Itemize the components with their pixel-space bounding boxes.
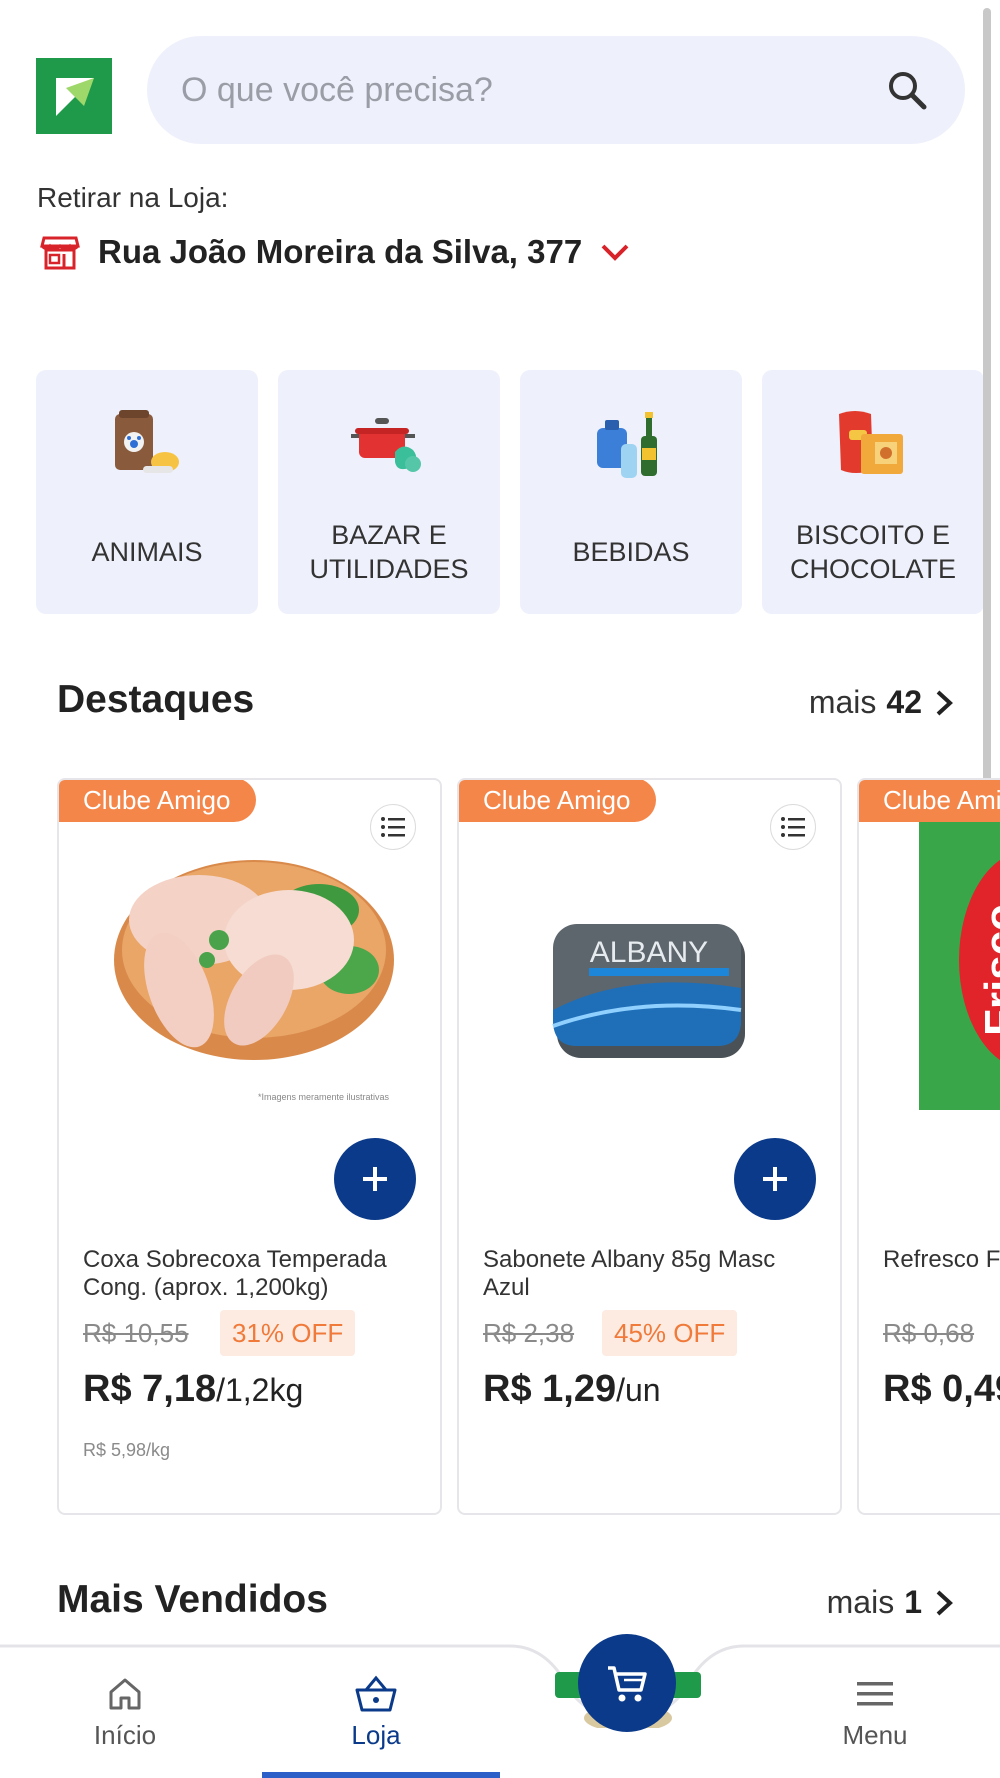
product-name[interactable]: Refresco Fr <box>883 1246 1000 1274</box>
product-card[interactable]: Clube Amigo *Imagens meramente ilustrati… <box>57 778 442 1515</box>
pickup-label: Retirar na Loja: <box>37 182 229 213</box>
nav-label: Início <box>93 1720 157 1750</box>
chevron-down-icon[interactable] <box>600 242 630 262</box>
menu-icon <box>857 1682 893 1706</box>
albany-soap-image: ALBANY <box>552 924 745 1058</box>
category-label: BAZAR E UTILIDADES <box>309 520 469 584</box>
nav-label: Loja <box>351 1720 401 1750</box>
add-to-list-button[interactable] <box>770 804 816 850</box>
nav-item-inicio[interactable]: Início <box>55 1674 195 1751</box>
product-price: R$ 1,29/un <box>483 1368 661 1411</box>
chicken-drumsticks-image: *Imagens meramente ilustrativas <box>114 860 394 1102</box>
cart-button[interactable] <box>578 1634 676 1732</box>
svg-text:Frisco: Frisco <box>976 904 1000 1036</box>
see-more-destaques[interactable]: mais 42 <box>809 684 956 721</box>
snacks-icon <box>839 411 903 474</box>
unit-price: R$ 5,98/kg <box>83 1440 171 1460</box>
list-icon <box>781 817 805 837</box>
nav-item-loja[interactable]: Loja <box>306 1674 446 1751</box>
price-value: R$ 7,18 <box>83 1368 217 1410</box>
store-name[interactable]: Rua João Moreira da Silva, 377 <box>98 233 582 271</box>
category-label: BISCOITO E CHOCOLATE <box>789 520 957 584</box>
drinks-bottles-icon <box>597 412 657 478</box>
old-price: R$ 0,68 <box>883 1318 975 1348</box>
price-unit: /1,2kg <box>216 1372 304 1408</box>
store-logo[interactable] <box>36 58 112 134</box>
see-more-mais-vendidos[interactable]: mais 1 <box>827 1584 956 1621</box>
add-to-list-button[interactable] <box>370 804 416 850</box>
see-more-count: 42 <box>886 684 922 720</box>
category-label: BEBIDAS <box>572 537 690 567</box>
highlights-carousel[interactable]: Clube Amigo *Imagens meramente ilustrati… <box>57 778 1000 1516</box>
search-input[interactable] <box>181 70 883 110</box>
list-icon <box>381 817 405 837</box>
product-name[interactable]: Sabonete Albany 85g Masc Azul <box>483 1246 823 1302</box>
product-price: R$ 0,49 <box>883 1368 1000 1410</box>
club-badge: Clube Amigo <box>59 780 257 822</box>
see-more-prefix: mais <box>826 1584 895 1620</box>
section-title-destaques: Destaques <box>57 678 255 721</box>
category-carousel[interactable]: ANIMAIS BAZAR E UTILIDADES BEBIDAS BISCO… <box>36 370 983 614</box>
category-bazar[interactable]: BAZAR E UTILIDADES <box>278 370 500 614</box>
category-animais[interactable]: ANIMAIS <box>36 370 258 614</box>
cart-icon <box>608 1666 647 1702</box>
club-badge: Clube Amigo <box>459 780 657 822</box>
product-price: R$ 7,18/1,2kg <box>83 1368 303 1411</box>
home-icon <box>109 1678 141 1710</box>
search-bar[interactable] <box>147 36 965 144</box>
old-price: R$ 2,38 <box>483 1318 575 1348</box>
active-tab-indicator <box>262 1772 500 1778</box>
product-card[interactable]: Clube Amigo Frisco Refresco Fr R$ 0,68 R… <box>857 778 1000 1515</box>
search-icon[interactable] <box>883 66 931 114</box>
product-name[interactable]: Coxa Sobrecoxa Temperada Cong. (aprox. 1… <box>83 1246 423 1302</box>
discount-badge: 31% OFF <box>220 1310 356 1356</box>
category-label: ANIMAIS <box>91 537 203 567</box>
see-more-count: 1 <box>904 1584 922 1620</box>
store-icon <box>40 236 80 270</box>
add-to-cart-button[interactable] <box>334 1138 416 1220</box>
old-price: R$ 10,55 <box>83 1318 189 1348</box>
chevron-right-icon <box>936 1590 953 1615</box>
svg-text:*Imagens meramente ilustrativa: *Imagens meramente ilustrativas <box>258 1092 390 1102</box>
section-title-mais-vendidos: Mais Vendidos <box>57 1578 328 1621</box>
cooking-pot-icon <box>351 418 421 472</box>
see-more-prefix: mais <box>808 684 877 720</box>
price-unit: /un <box>616 1372 661 1408</box>
price-value: R$ 1,29 <box>483 1368 617 1410</box>
club-badge: Clube Amigo <box>859 780 1000 822</box>
chevron-right-icon <box>936 690 953 715</box>
product-card[interactable]: Clube Amigo ALBANY Sabonete Albany 85g M… <box>457 778 842 1515</box>
plus-icon <box>363 1167 387 1191</box>
add-to-cart-button[interactable] <box>734 1138 816 1220</box>
nav-label: Menu <box>842 1720 908 1750</box>
store-selector[interactable]: Rua João Moreira da Silva, 377 <box>40 232 630 272</box>
plus-icon <box>763 1167 787 1191</box>
pet-food-icon <box>115 410 179 473</box>
category-biscoito[interactable]: BISCOITO E CHOCOLATE <box>762 370 983 614</box>
nav-item-menu[interactable]: Menu <box>805 1674 945 1751</box>
refresco-packet-image: Frisco <box>919 820 1000 1110</box>
discount-badge: 45% OFF <box>602 1310 738 1356</box>
bottom-navigation: Início Loja Menu <box>0 1644 1000 1778</box>
soap-brand-text: ALBANY <box>590 936 708 969</box>
category-bebidas[interactable]: BEBIDAS <box>520 370 742 614</box>
basket-icon <box>355 1675 397 1712</box>
